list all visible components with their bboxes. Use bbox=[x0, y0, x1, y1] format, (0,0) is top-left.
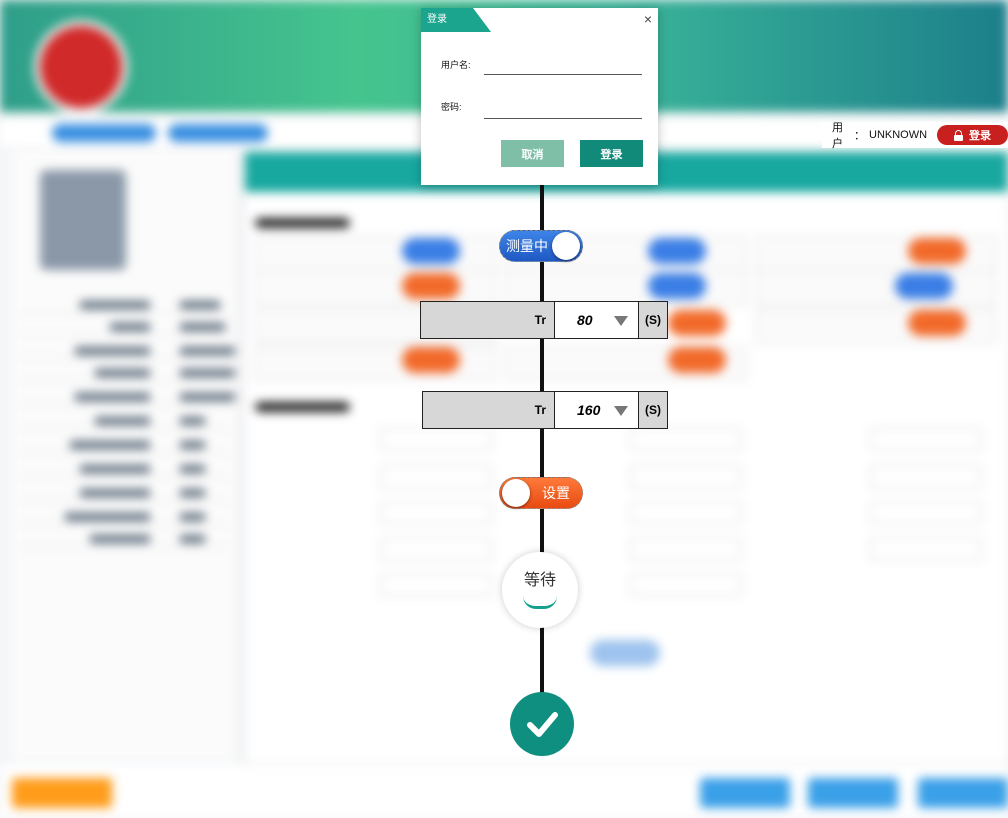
waiting-indicator: 等待 bbox=[502, 552, 578, 628]
close-icon[interactable]: × bbox=[644, 11, 652, 27]
toggle-knob bbox=[502, 479, 530, 507]
username-label: 用户名: bbox=[441, 60, 471, 70]
tr-value: 80 bbox=[577, 312, 593, 328]
toggle-knob bbox=[552, 232, 580, 260]
cancel-button[interactable]: 取消 bbox=[501, 140, 564, 167]
user-name: UNKNOWN bbox=[869, 129, 928, 141]
measuring-toggle-label: 测量中 bbox=[506, 238, 548, 254]
password-input[interactable] bbox=[484, 102, 642, 119]
toolbar-button bbox=[52, 124, 156, 142]
tr-setting-row-1: Tr 80 (S) bbox=[420, 301, 668, 339]
tr-setting-row-2: Tr 160 (S) bbox=[422, 391, 668, 429]
header-login-button[interactable]: 登录 bbox=[937, 125, 1008, 145]
tr-value: 160 bbox=[577, 402, 601, 418]
dropdown-arrow-icon bbox=[614, 406, 628, 416]
set-toggle-label: 设置 bbox=[542, 485, 570, 501]
login-submit-button[interactable]: 登录 bbox=[580, 140, 643, 167]
dialog-titlebar: 登录 × bbox=[421, 8, 658, 32]
tr-select-2[interactable]: 160 bbox=[554, 392, 639, 428]
dropdown-arrow-icon bbox=[614, 316, 628, 326]
completed-check-icon bbox=[510, 692, 574, 756]
user-status-area: 用户 ： UNKNOWN 登录 bbox=[822, 122, 1008, 150]
tr-unit: (S) bbox=[645, 403, 661, 417]
set-toggle[interactable]: 设置 bbox=[499, 477, 583, 509]
tr-label: Tr bbox=[534, 313, 546, 327]
lock-icon bbox=[954, 130, 964, 141]
user-label: 用户 bbox=[832, 122, 843, 150]
device-image bbox=[40, 170, 126, 270]
app-logo bbox=[40, 26, 122, 108]
user-label-colon: ： bbox=[854, 130, 865, 142]
spinner-icon bbox=[523, 596, 557, 609]
tr-unit: (S) bbox=[645, 313, 661, 327]
tr-label: Tr bbox=[534, 403, 546, 417]
tr-select-1[interactable]: 80 bbox=[554, 302, 639, 338]
waiting-label: 等待 bbox=[523, 571, 556, 589]
username-input[interactable] bbox=[484, 58, 642, 75]
measuring-toggle[interactable]: 测量中 bbox=[499, 230, 583, 262]
header-login-label: 登录 bbox=[969, 130, 992, 142]
login-dialog: 登录 × 用户名: 密码: 取消 登录 bbox=[421, 8, 658, 185]
password-label: 密码: bbox=[441, 102, 462, 112]
checkmark-icon bbox=[527, 712, 558, 737]
toolbar-button bbox=[168, 124, 268, 142]
dialog-title: 登录 bbox=[421, 8, 491, 32]
